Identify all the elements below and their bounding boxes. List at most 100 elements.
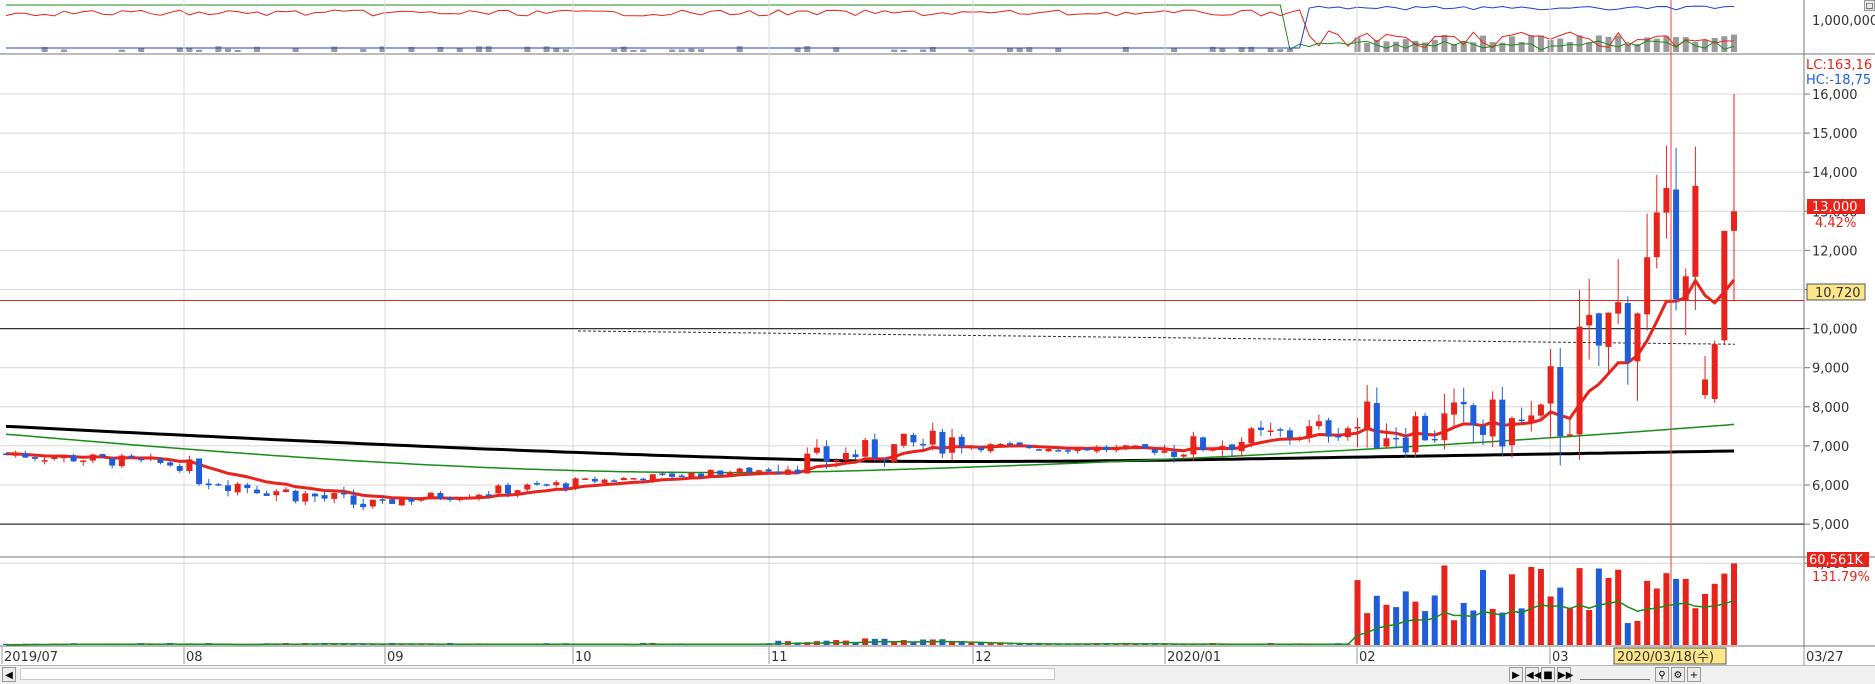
indicator-bar [196,50,202,52]
indicator-bar [486,46,492,52]
scroll-right-button[interactable]: ▶ [1509,667,1523,682]
current-change-label: 4.42% [1815,216,1856,231]
volume-bar [1731,563,1737,645]
candle-body [196,458,202,484]
candle-body [910,435,916,442]
candle-body [351,496,357,505]
add-icon[interactable]: + [1687,667,1701,682]
candle-body [1470,405,1476,425]
indicator-bar [553,48,559,52]
candle-body [1509,418,1515,445]
first-page-icon[interactable]: ◀◀ [1525,667,1539,682]
volume-bar [1606,578,1612,645]
date-label: 10 [575,650,592,665]
indicator-bar [1171,48,1177,52]
zoom-slider[interactable] [1580,668,1650,680]
candle-body [1577,327,1583,435]
candle-body [1219,446,1225,450]
indicator-bar [1383,41,1389,52]
candle-body [1181,455,1187,457]
volume-bar [1712,584,1718,645]
candle-body [22,453,28,457]
candle-body [1451,402,1457,414]
candle-body [1721,231,1727,340]
candle-body [1625,303,1631,362]
candle-body [717,471,723,475]
volume-change-label: 131.79% [1812,570,1870,585]
candle-body [679,475,685,477]
candle-body [1287,430,1293,437]
candle-body [71,455,77,461]
candle-body [1461,402,1467,404]
volume-bar [1663,573,1669,645]
candle-body [1200,437,1206,450]
price-tick-label: 7,000 [1812,440,1849,455]
volume-bar [1557,588,1563,645]
candle-body [978,447,984,450]
panel-toggle-icon[interactable]: □ [1864,0,1875,11]
candle-body [1113,447,1119,450]
candle-body [611,480,617,482]
indicator-bar [1441,35,1447,52]
candle-body [1422,416,1428,440]
candle-body [13,454,19,456]
candle-body [1374,403,1380,448]
scroll-left-button[interactable]: ◀ [2,667,16,682]
indicator-bar [1567,42,1573,52]
volume-bar [1567,608,1573,645]
stock-chart[interactable]: 2019/0708091011122020/01020303/27 16,000… [0,0,1875,665]
candle-body [949,437,955,452]
volume-bar [1548,596,1554,645]
date-label: 02 [1359,650,1376,665]
candle-body [341,493,347,495]
indicator-axis-label: 1,000,000 [1812,14,1875,29]
horizontal-scrollbar[interactable] [20,668,1055,680]
candle-body [32,457,38,459]
price-tick-label: 6,000 [1812,479,1849,494]
volume-bar [1702,594,1708,645]
candle-body [408,499,414,502]
indicator-bar [360,49,366,52]
candle-body [90,455,96,461]
candle-body [872,439,878,457]
candle-body [968,447,974,449]
candle-body [457,498,463,500]
candle-body [1644,257,1650,314]
lc-label: LC:163,16 [1806,58,1872,73]
volume-bar [1673,579,1679,645]
indicator-bar [1692,42,1698,52]
date-label: 2019/07 [4,650,58,665]
candle-body [1017,442,1023,444]
volume-bar [1403,591,1409,645]
indicator-bar [920,50,926,52]
price-tick-label: 8,000 [1812,401,1849,416]
volume-bar [988,644,994,645]
candle-body [1490,400,1496,437]
candle-body [1519,420,1525,422]
candle-body [1026,446,1032,448]
candle-body [1326,420,1332,436]
candle-body [920,444,926,446]
candle-body [1075,448,1081,451]
stop-icon[interactable]: ■ [1541,667,1555,682]
date-label: 03/27 [1806,650,1843,665]
candle-body [997,444,1003,446]
candle-body [1586,315,1592,326]
candle-body [901,434,907,446]
indicator-bar [1654,39,1660,52]
candle-body [698,474,704,477]
candle-body [650,474,656,481]
candle-body [1065,450,1071,452]
last-page-icon[interactable]: ▶▶ [1557,667,1571,682]
candle-body [708,470,714,478]
candle-body [61,455,67,458]
indicator-bar [611,49,617,52]
indicator-bar [1403,39,1409,52]
candle-body [1606,313,1612,347]
indicator-bar [1615,36,1621,52]
candle-body [939,432,945,454]
volume-bar [1451,620,1457,645]
candle-body [1557,367,1563,436]
settings-icon[interactable]: ⚙ [1671,667,1685,682]
zoom-icon[interactable]: ⚲ [1655,667,1669,682]
